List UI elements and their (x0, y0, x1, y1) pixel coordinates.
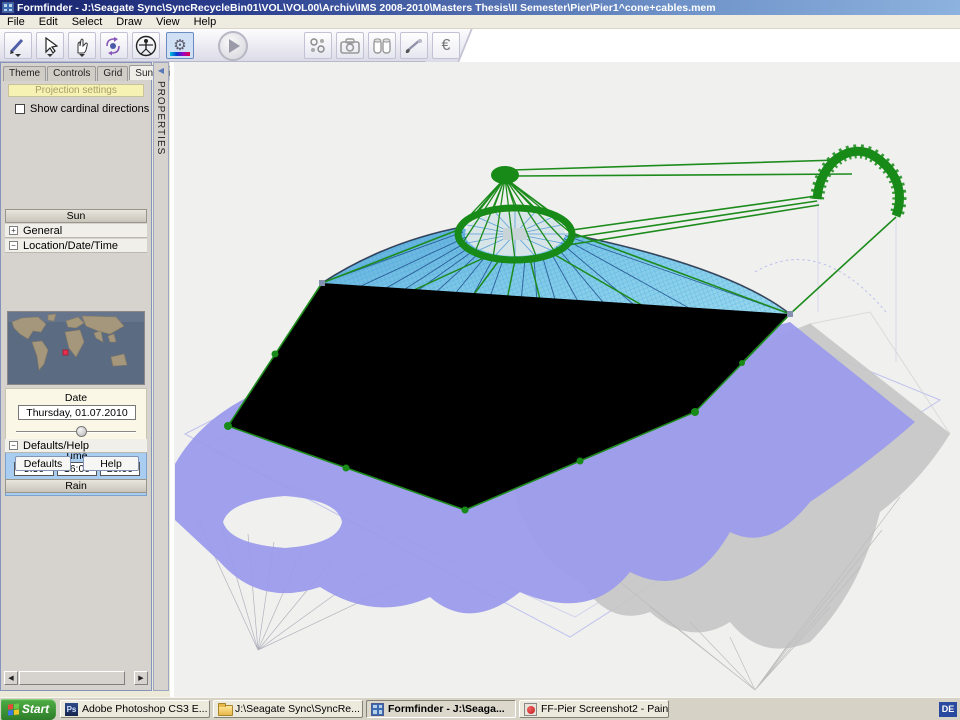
cursor-icon (42, 37, 58, 55)
camera-icon (339, 37, 361, 55)
task-label: Adobe Photoshop CS3 E... (82, 703, 208, 715)
collapse-panel-icon[interactable]: ◀ (155, 65, 167, 77)
orbit-icon (104, 36, 124, 56)
scroll-right-icon[interactable]: ▶ (134, 671, 148, 685)
menu-item-edit[interactable]: Edit (32, 16, 65, 28)
properties-panel: Theme Controls Grid Sun Images Projectio… (0, 62, 152, 691)
menu-item-select[interactable]: Select (65, 16, 110, 28)
task-explorer[interactable]: J:\Seagate Sync\SyncRe... (213, 700, 363, 718)
particles-icon (308, 36, 328, 56)
show-cardinal-label: Show cardinal directions (30, 103, 149, 115)
start-button[interactable]: Start (1, 699, 56, 720)
date-label: Date (6, 392, 146, 404)
date-panel: Date (5, 388, 147, 444)
fabric-rolls-button[interactable] (368, 32, 396, 59)
menu-item-view[interactable]: View (149, 16, 187, 28)
tab-grid[interactable]: Grid (97, 66, 128, 81)
projection-settings-button[interactable]: Projection settings (8, 84, 144, 97)
screen: Formfinder - J:\Seagate Sync\SyncRecycle… (0, 0, 960, 720)
task-formfinder[interactable]: Formfinder - J:\Seaga... (366, 700, 516, 718)
cost-button[interactable]: € (432, 32, 460, 59)
window-title: Formfinder - J:\Seagate Sync\SyncRecycle… (17, 2, 716, 14)
render-settings-button[interactable]: ⚙ (166, 32, 194, 59)
general-section-row[interactable]: + General (5, 224, 147, 238)
task-paint[interactable]: FF-Pier Screenshot2 - Paint (519, 700, 669, 718)
paint-icon (524, 703, 537, 716)
gradient-bar (170, 52, 190, 56)
sun-section-header[interactable]: Sun (5, 209, 147, 223)
defaults-button[interactable]: Defaults (15, 456, 71, 471)
photoshop-icon: Ps (65, 703, 78, 716)
grab-hand-icon (73, 37, 91, 55)
tab-controls[interactable]: Controls (47, 66, 96, 81)
formfinder-app-icon (2, 2, 14, 13)
viewport-3d[interactable] (170, 62, 960, 697)
properties-side-tab[interactable]: ◀ PROPERTIES (153, 62, 169, 691)
world-map[interactable] (7, 311, 145, 385)
mast-apex[interactable] (491, 166, 519, 184)
chevron-down-icon[interactable] (15, 54, 21, 57)
expand-plus-icon[interactable]: + (9, 226, 18, 235)
defaults-help-label: Defaults/Help (23, 440, 89, 452)
rain-section-header[interactable]: Rain (5, 479, 147, 493)
grab-tool-button[interactable] (68, 32, 96, 59)
folder-icon (218, 703, 231, 716)
task-label: FF-Pier Screenshot2 - Paint (541, 703, 669, 715)
general-section-label: General (23, 225, 62, 237)
brush-icon (403, 37, 425, 55)
membrane-structure-scene (174, 62, 960, 697)
date-field[interactable] (18, 405, 136, 420)
toolbar: ⚙ (0, 29, 960, 62)
horizontal-scrollbar[interactable]: ◀ ▶ (4, 671, 148, 685)
orbit-tool-button[interactable] (100, 32, 128, 59)
vitruvian-view-button[interactable] (132, 32, 160, 59)
location-section-row[interactable]: − Location/Date/Time (5, 239, 147, 253)
menu-item-file[interactable]: File (0, 16, 32, 28)
show-cardinal-row: Show cardinal directions (15, 103, 149, 115)
scrollbar-thumb[interactable] (19, 671, 125, 685)
help-button[interactable]: Help (83, 456, 139, 471)
formfinder-icon (371, 703, 384, 716)
play-icon (229, 39, 240, 53)
defaults-help-section-row[interactable]: − Defaults/Help (5, 439, 147, 453)
pencil-icon (8, 37, 28, 55)
language-indicator[interactable]: DE (939, 702, 957, 717)
euro-icon: € (442, 37, 451, 55)
location-section-label: Location/Date/Time (23, 240, 118, 252)
properties-tab-label: PROPERTIES (155, 81, 166, 155)
vitruvian-man-icon (135, 35, 157, 57)
collapse-minus-icon[interactable]: − (9, 241, 18, 250)
windows-taskbar: Start Ps Adobe Photoshop CS3 E... J:\Sea… (0, 697, 960, 720)
task-label: Formfinder - J:\Seaga... (388, 703, 505, 715)
menu-item-draw[interactable]: Draw (109, 16, 149, 28)
show-cardinal-checkbox[interactable] (15, 104, 25, 114)
tab-theme[interactable]: Theme (3, 66, 46, 81)
date-slider-thumb[interactable] (76, 426, 87, 437)
task-photoshop[interactable]: Ps Adobe Photoshop CS3 E... (60, 700, 210, 718)
particles-button[interactable] (304, 32, 332, 59)
title-bar: Formfinder - J:\Seagate Sync\SyncRecycle… (0, 0, 960, 15)
date-slider[interactable] (16, 426, 136, 437)
render-settings-gear-icon: ⚙ (173, 38, 186, 53)
brush-button[interactable] (400, 32, 428, 59)
select-tool-button[interactable] (36, 32, 64, 59)
scroll-left-icon[interactable]: ◀ (4, 671, 18, 685)
play-button[interactable] (218, 31, 248, 61)
pencil-tool-button[interactable] (4, 32, 32, 59)
menu-item-help[interactable]: Help (187, 16, 224, 28)
support-arch[interactable] (817, 151, 899, 216)
sun-location-marker[interactable] (63, 350, 68, 355)
windows-flag-icon (8, 703, 19, 715)
start-label: Start (22, 702, 49, 716)
camera-button[interactable] (336, 32, 364, 59)
task-label: J:\Seagate Sync\SyncRe... (235, 703, 360, 715)
collapse-minus-icon[interactable]: − (9, 441, 18, 450)
menu-bar: File Edit Select Draw View Help (0, 15, 960, 29)
chevron-down-icon[interactable] (79, 54, 85, 57)
chevron-down-icon[interactable] (47, 54, 53, 57)
fabric-rolls-icon (371, 36, 393, 56)
